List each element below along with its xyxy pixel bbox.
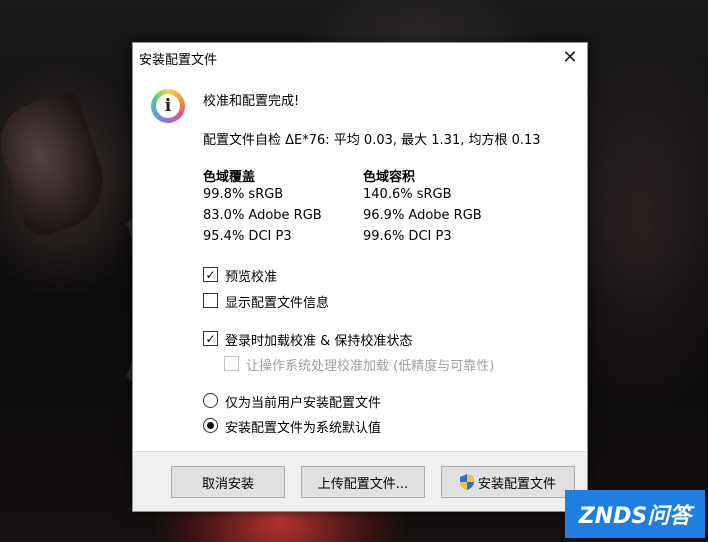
gamut-coverage-value: 83.0% Adobe RGB <box>203 208 322 223</box>
install-profile-dialog: 安装配置文件 ✕ i 校准和配置完成! 配置文件自检 ΔE*76: 平均 0.0… <box>132 42 588 512</box>
gamut-volume-value: 96.9% Adobe RGB <box>363 208 482 223</box>
upload-profile-button[interactable]: 上传配置文件... <box>301 466 425 498</box>
load-on-login-checkbox[interactable]: ✓ <box>203 331 218 346</box>
cancel-install-button[interactable]: 取消安装 <box>171 466 285 498</box>
preview-calibration-label: 预览校准 <box>225 270 278 285</box>
gamut-volume-value: 99.6% DCI P3 <box>363 229 452 244</box>
window-title: 安装配置文件 <box>139 53 218 68</box>
install-system-default-radio[interactable] <box>203 418 218 433</box>
os-handles-loading-checkbox[interactable] <box>224 356 239 371</box>
install-profile-label: 安装配置文件 <box>477 476 556 492</box>
load-on-login-label: 登录时加载校准 & 保持校准状态 <box>225 334 413 349</box>
button-footer: 取消安装 上传配置文件... 安装配置文件 <box>133 451 587 511</box>
install-system-default-label: 安装配置文件为系统默认值 <box>225 421 382 436</box>
close-icon[interactable]: ✕ <box>557 45 583 69</box>
gamut-coverage-value: 99.8% sRGB <box>203 187 284 202</box>
install-current-user-radio[interactable] <box>203 393 218 408</box>
self-check-text: 配置文件自检 ΔE*76: 平均 0.03, 最大 1.31, 均方根 0.13 <box>203 133 541 148</box>
show-profile-info-label: 显示配置文件信息 <box>225 296 330 311</box>
install-current-user-label: 仅为当前用户安装配置文件 <box>225 396 382 411</box>
preview-calibration-checkbox[interactable]: ✓ <box>203 267 218 282</box>
title-bar: 安装配置文件 ✕ <box>133 43 587 73</box>
gamut-coverage-title: 色域覆盖 <box>203 170 256 185</box>
gamut-volume-title: 色域容积 <box>363 170 416 185</box>
completion-heading: 校准和配置完成! <box>203 94 300 109</box>
uac-shield-icon <box>459 474 474 490</box>
gamut-volume-value: 140.6% sRGB <box>363 187 452 202</box>
znds-watermark: ZNDS问答 <box>565 490 705 538</box>
gamut-coverage-value: 95.4% DCI P3 <box>203 229 292 244</box>
info-icon: i <box>151 89 185 123</box>
show-profile-info-checkbox[interactable] <box>203 293 218 308</box>
os-handles-loading-label: 让操作系统处理校准加载 (低精度与可靠性) <box>246 359 495 374</box>
install-profile-button[interactable]: 安装配置文件 <box>441 466 575 498</box>
